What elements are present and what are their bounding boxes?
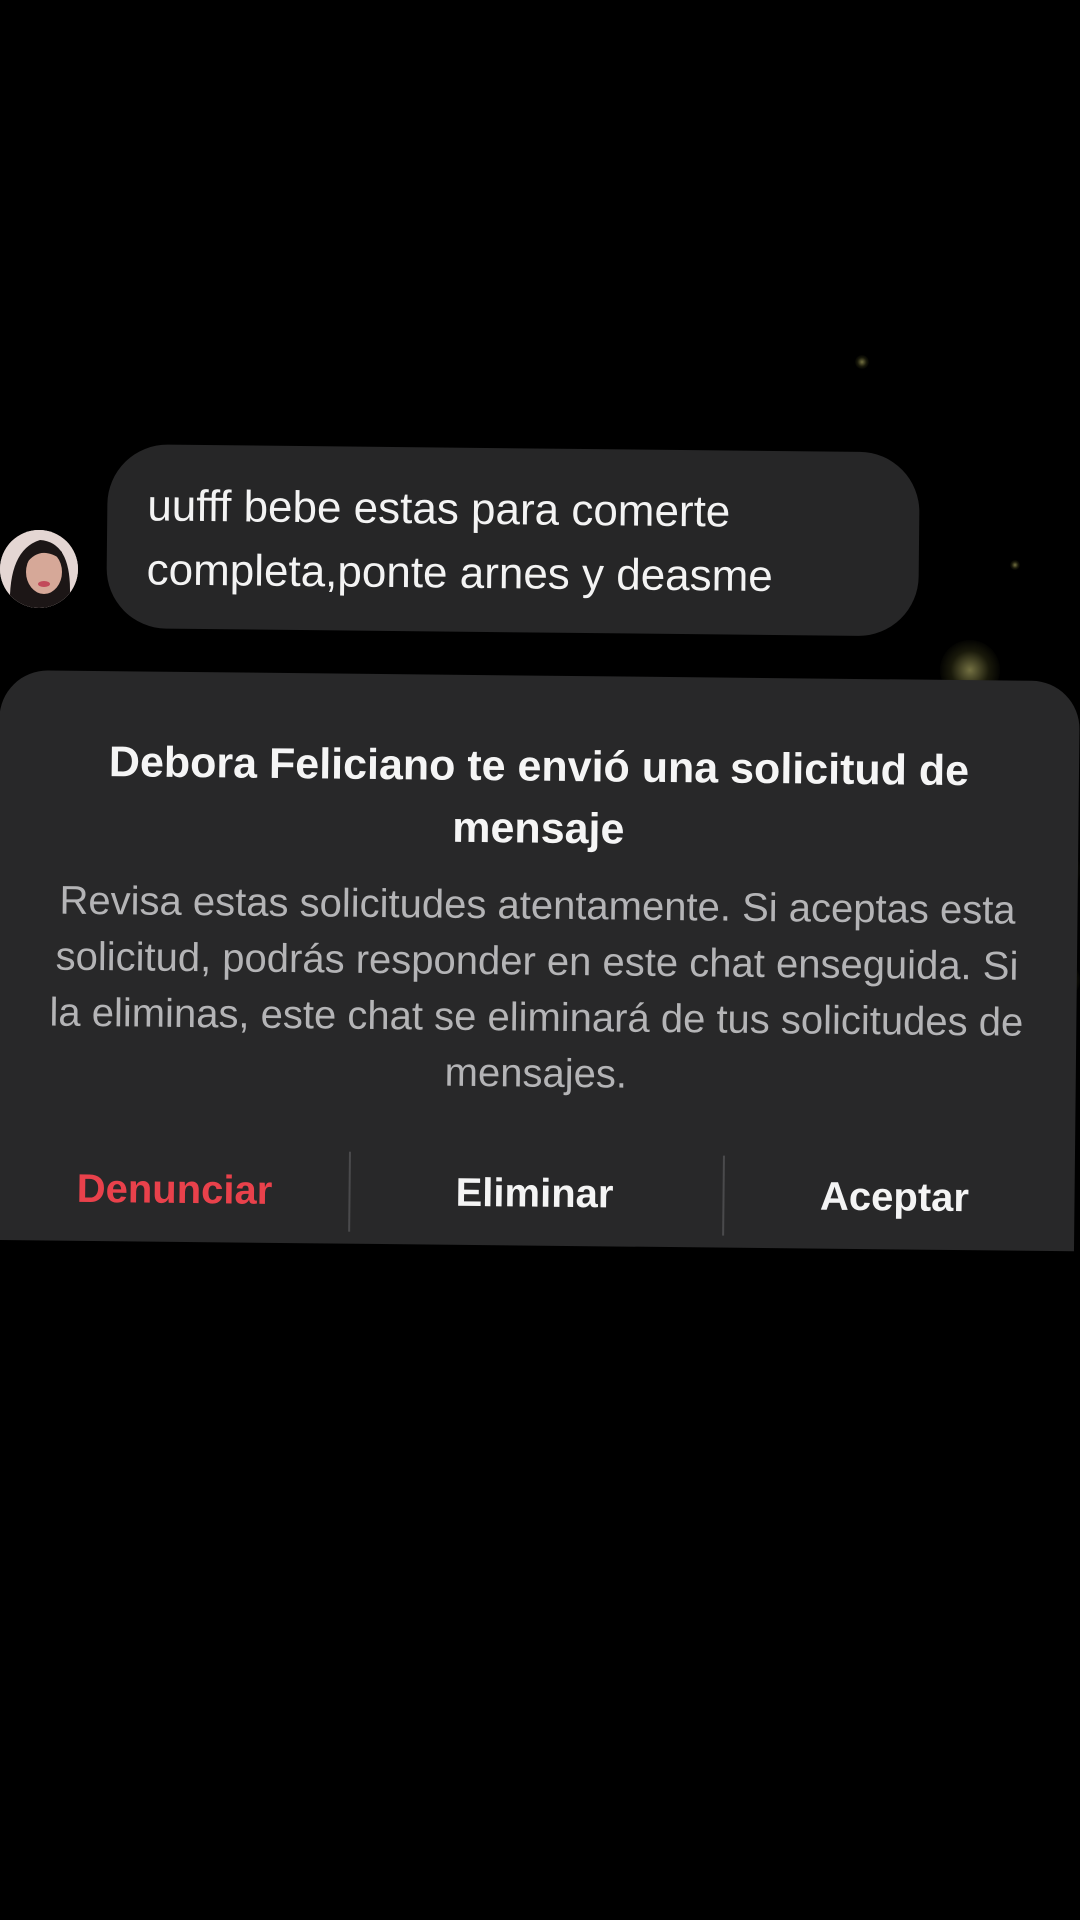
message-line: completa,ponte arnes y deasme [146, 545, 774, 601]
delete-button[interactable]: Eliminar [354, 1144, 715, 1244]
report-button[interactable]: Denunciar [0, 1140, 355, 1240]
avatar[interactable] [0, 530, 78, 608]
accept-button[interactable]: Aceptar [714, 1148, 1075, 1248]
message-bubble[interactable]: uufff bebe estas para comerte completa,p… [106, 444, 920, 637]
incoming-message-row: uufff bebe estas para comerte completa,p… [0, 440, 1080, 637]
message-line: uufff bebe estas para comerte [147, 481, 731, 537]
message-request-panel: Debora Feliciano te envió una solicitud … [0, 670, 1080, 1252]
request-actions: Denunciar Eliminar Aceptar [0, 1140, 1075, 1247]
profile-photo-icon [0, 530, 78, 608]
request-title: Debora Feliciano te envió una solicitud … [108, 738, 970, 854]
request-description: Revisa estas solicitudes atentamente. Si… [49, 878, 1024, 1097]
sparkle-decoration [855, 355, 869, 369]
